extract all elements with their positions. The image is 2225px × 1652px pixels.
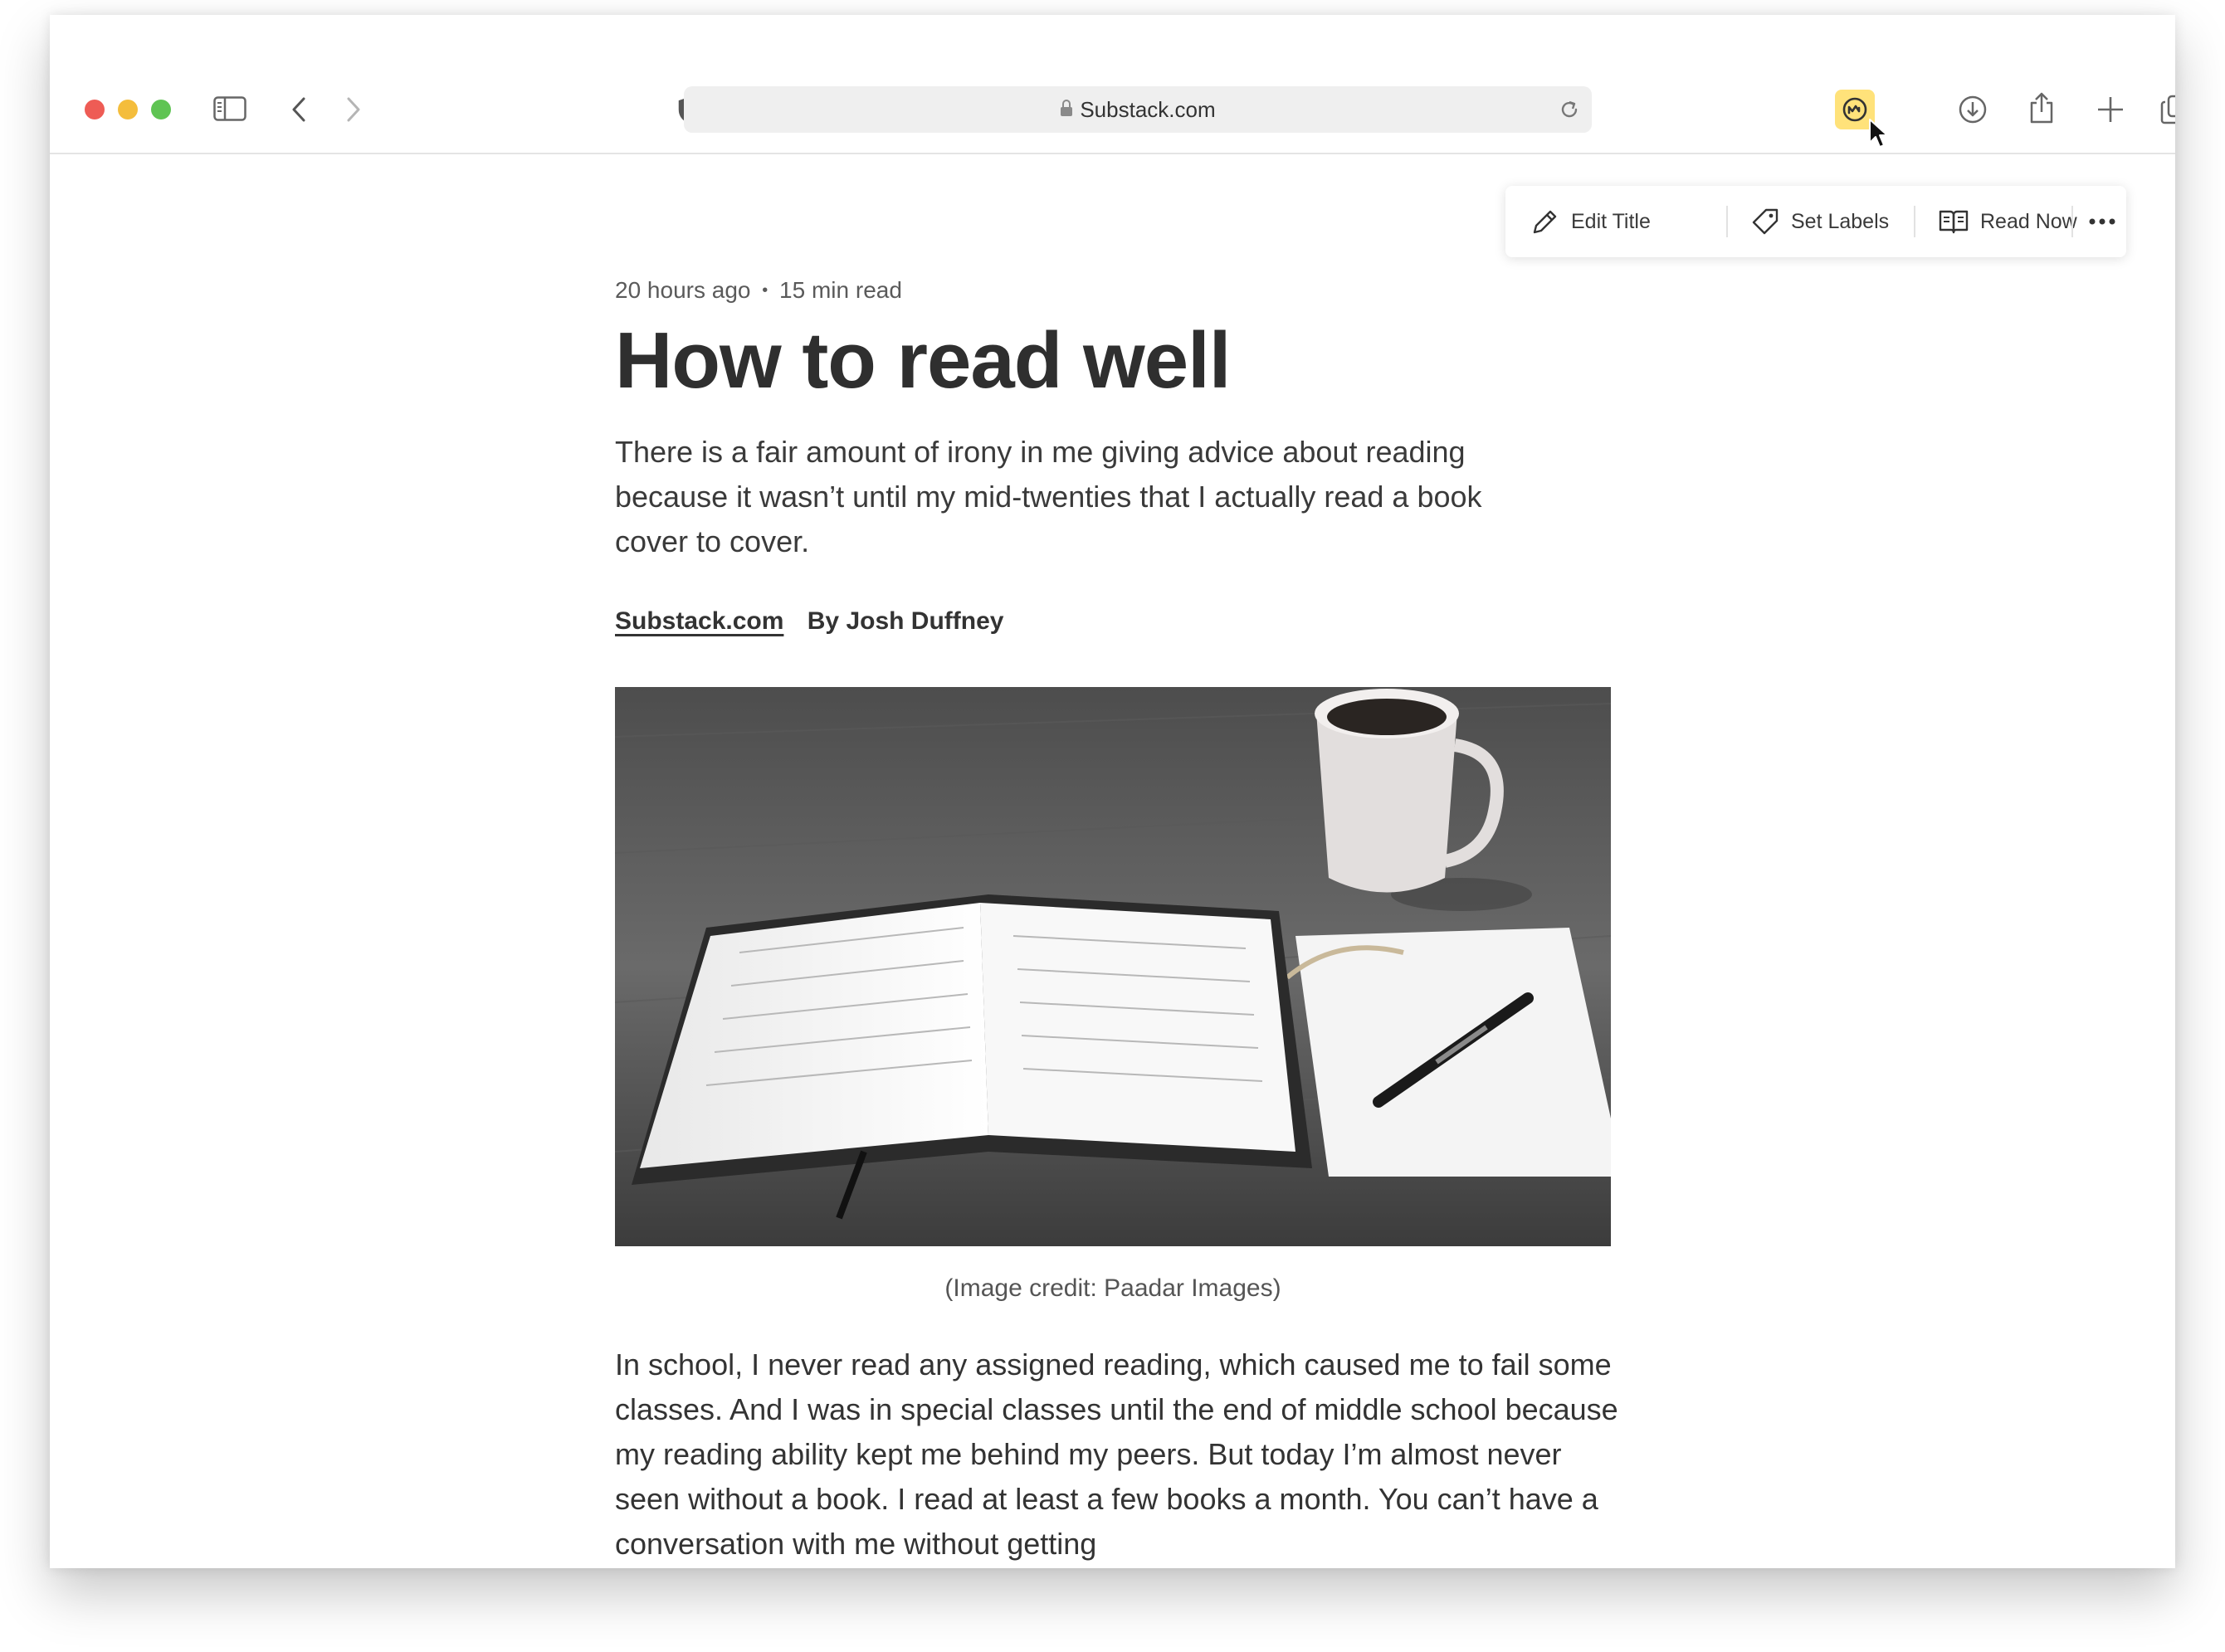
edit-title-button[interactable]: Edit Title: [1531, 186, 1651, 257]
tag-icon: [1752, 208, 1779, 235]
back-icon[interactable]: [289, 96, 309, 123]
author: By Josh Duffney: [807, 607, 1004, 635]
close-window-button[interactable]: [85, 100, 105, 119]
more-options-button[interactable]: [2088, 186, 2128, 257]
hero-image: [615, 687, 1611, 1246]
share-icon[interactable]: [2028, 91, 2055, 124]
sidebar-toggle-icon[interactable]: [213, 96, 246, 121]
browser-window: Substack.com Edit Title Set Labels Read …: [50, 15, 2175, 1568]
byline: Substack.com By Josh Duffney: [615, 607, 1003, 636]
zoom-window-button[interactable]: [151, 100, 171, 119]
article-summary: There is a fair amount of irony in me gi…: [615, 435, 1482, 558]
address-bar[interactable]: Substack.com: [684, 86, 1592, 133]
url-text: Substack.com: [1080, 97, 1216, 122]
popover-divider: [1914, 206, 1915, 237]
set-labels-label: Set Labels: [1791, 209, 1890, 233]
meta-separator: •: [762, 281, 769, 300]
minimize-window-button[interactable]: [118, 100, 138, 119]
set-labels-button[interactable]: Set Labels: [1751, 186, 1889, 257]
ellipsis-icon: [2089, 218, 2115, 225]
image-caption: (Image credit: Paadar Images): [944, 1274, 1281, 1302]
address-bar-text-wrap: Substack.com: [684, 86, 1592, 133]
mouse-cursor-icon: [1868, 118, 1890, 155]
reload-icon[interactable]: [1557, 97, 1582, 126]
read-time: 15 min read: [779, 277, 902, 303]
popover-divider: [1726, 206, 1728, 237]
tab-overview-icon[interactable]: [2160, 95, 2175, 124]
time-ago: 20 hours ago: [615, 277, 751, 303]
read-now-label: Read Now: [1980, 209, 2077, 233]
forward-icon[interactable]: [344, 96, 364, 123]
article-meta: 20 hours ago • 15 min read: [615, 277, 902, 304]
pencil-icon: [1533, 210, 1557, 234]
downloads-icon[interactable]: [1958, 95, 1988, 124]
article-body: In school, I never read any assigned rea…: [615, 1347, 1618, 1561]
book-and-coffee-photo: [615, 687, 1611, 1246]
omnivore-icon: [1842, 97, 1867, 122]
article-title: How to read well: [615, 316, 1231, 405]
read-now-button[interactable]: Read Now: [1939, 186, 2077, 257]
browser-toolbar: Substack.com: [50, 15, 2175, 154]
popover-divider: [2071, 206, 2073, 237]
omnivore-popover: Edit Title Set Labels Read Now: [1505, 186, 2126, 257]
source-link[interactable]: Substack.com: [615, 607, 783, 635]
edit-title-label: Edit Title: [1571, 209, 1651, 233]
new-tab-icon[interactable]: [2096, 95, 2125, 124]
lock-icon: [1060, 86, 1073, 133]
book-icon: [1939, 210, 1969, 234]
